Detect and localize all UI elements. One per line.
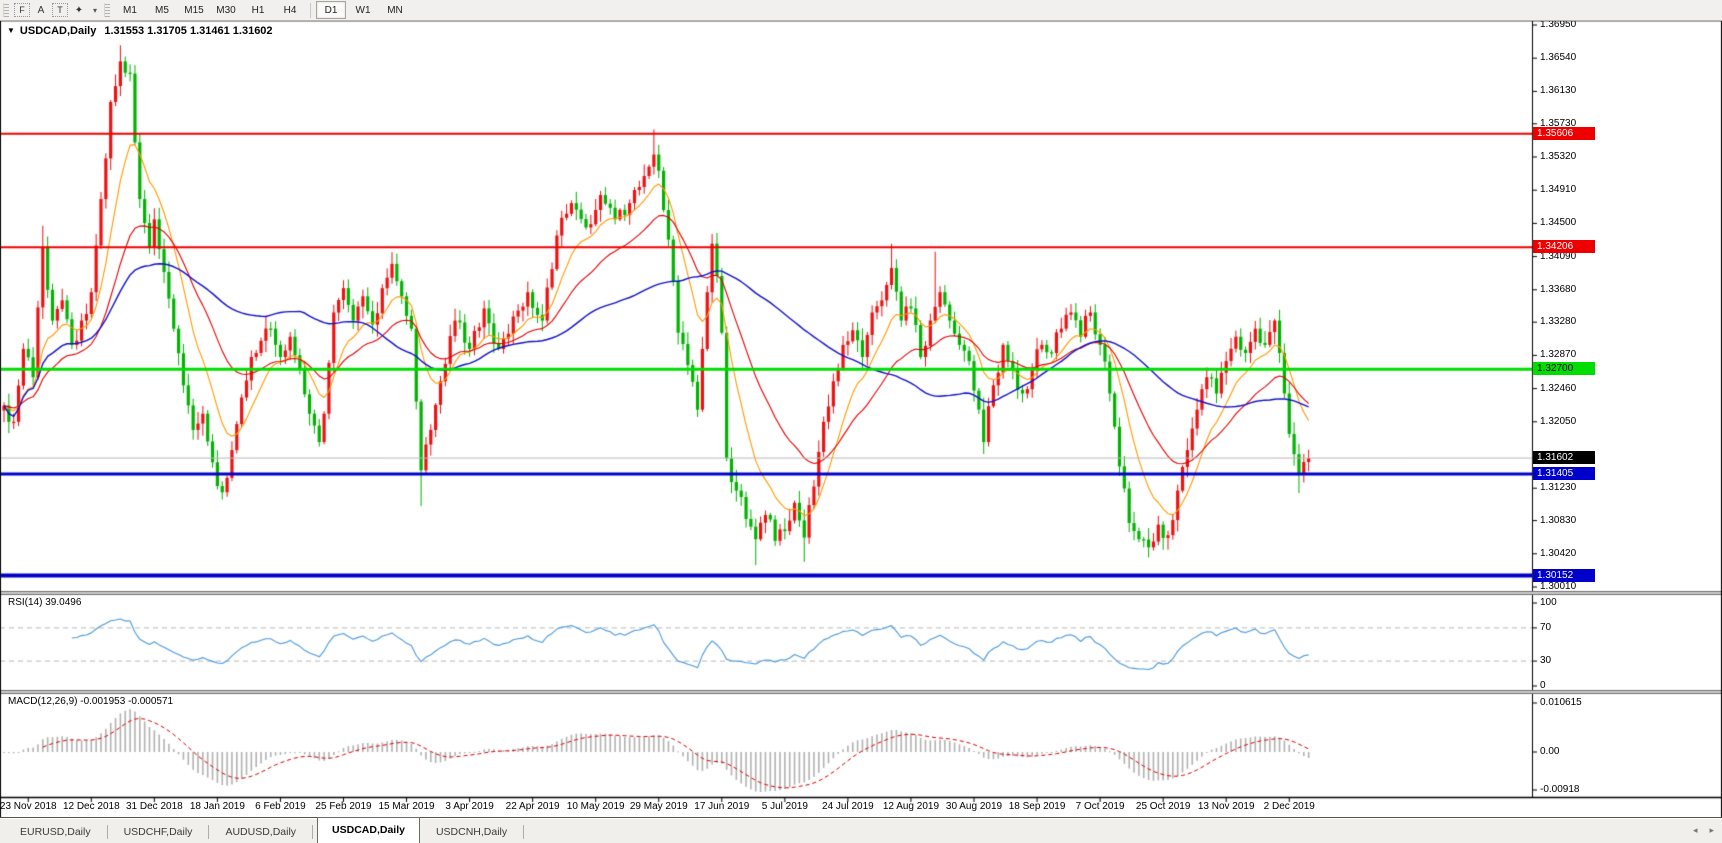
date-tick-label: 12 Dec 2018	[62, 801, 120, 812]
application-window: F A T ✦ ▾ M1 M5 M15 M30 H1 H4 D1 W1 MN ▼ USDCAD,Daily 1…	[0, 0, 1722, 843]
rsi-value: 39.0496	[45, 597, 82, 608]
date-tick-label: 10 May 2019	[566, 801, 625, 812]
macd-tick-label: 0.010615	[1540, 697, 1582, 708]
date-tick-label: 7 Oct 2019	[1075, 801, 1125, 812]
date-tick-label: 31 Dec 2018	[125, 801, 183, 812]
date-tick-label: 2 Dec 2019	[1263, 801, 1315, 812]
timeframe-button-h4[interactable]: H4	[275, 1, 305, 19]
price-tick-label: 1.36130	[1540, 85, 1577, 97]
symbol-tab-bar: EURUSD,Daily USDCHF,Daily AUDUSD,Daily USDC…	[0, 817, 1722, 843]
tab-scroll-arrows: ◂ ▸	[1693, 825, 1714, 836]
date-tick-label: 25 Feb 2019	[315, 801, 372, 812]
price-tick-label: 1.32460	[1540, 382, 1577, 394]
toolbar: F A T ✦ ▾ M1 M5 M15 M30 H1 H4 D1 W1 MN	[0, 0, 1722, 21]
macd-label: MACD(12,26,9) -0.001953 -0.000571	[8, 696, 173, 707]
timeframe-button-m1[interactable]: M1	[115, 1, 145, 19]
text-tool-icon[interactable]: T	[52, 3, 68, 17]
timeframe-button-m15[interactable]: M15	[179, 1, 209, 19]
price-tick-label: 1.32870	[1540, 349, 1577, 361]
objects-f-tool-icon[interactable]: F	[14, 3, 30, 17]
price-flag-1.31405: 1.31405	[1533, 467, 1595, 481]
timeframe-separator	[310, 2, 311, 18]
date-tick-label: 18 Sep 2019	[1008, 801, 1066, 812]
macd-values: -0.001953 -0.000571	[80, 696, 174, 707]
rsi-label: RSI(14) 39.0496	[8, 597, 81, 608]
tab-separator	[208, 825, 210, 839]
timeframe-button-h1[interactable]: H1	[243, 1, 273, 19]
collapse-chart-icon[interactable]: ▼	[7, 26, 15, 35]
price-tick-label: 1.30420	[1540, 547, 1577, 559]
price-flag-1.31602: 1.31602	[1533, 451, 1595, 465]
tab-usdcad[interactable]: USDCAD,Daily	[317, 817, 420, 843]
price-tick-label: 1.33280	[1540, 316, 1577, 328]
date-tick-label: 24 Jul 2019	[822, 801, 874, 812]
price-tick-label: 1.36540	[1540, 52, 1577, 64]
date-tick-label: 18 Jan 2019	[189, 801, 245, 812]
date-tick-label: 15 Mar 2019	[378, 801, 435, 812]
tab-separator	[312, 825, 314, 839]
arrows-tool-icon[interactable]: ✦	[70, 3, 88, 18]
timeframe-button-m5[interactable]: M5	[147, 1, 177, 19]
date-tick-label: 29 May 2019	[629, 801, 688, 812]
rsi-tick-label: 30	[1540, 655, 1552, 667]
price-tick-label: 1.34910	[1540, 184, 1577, 196]
price-tick-label: 1.30830	[1540, 514, 1577, 526]
rsi-tick-label: 70	[1540, 621, 1552, 633]
price-tick-label: 1.34500	[1540, 217, 1577, 229]
date-tick-label: 12 Aug 2019	[882, 801, 940, 812]
rsi-tick-label: 100	[1540, 597, 1557, 608]
text-label-tool-icon[interactable]: A	[32, 3, 50, 18]
tab-scroll-right-icon[interactable]: ▸	[1709, 825, 1714, 836]
timeframe-button-m30[interactable]: M30	[211, 1, 241, 19]
timeframe-button-w1[interactable]: W1	[348, 1, 378, 19]
tab-usdcnh[interactable]: USDCNH,Daily	[422, 821, 521, 843]
date-tick-label: 23 Nov 2018	[0, 801, 57, 812]
chart-symbol-label: USDCAD,Daily	[19, 25, 97, 37]
price-tick-label: 1.33680	[1540, 283, 1577, 295]
price-flag-1.34206: 1.34206	[1533, 240, 1595, 254]
timeframe-button-mn[interactable]: MN	[380, 1, 410, 19]
date-tick-label: 6 Feb 2019	[255, 801, 306, 812]
tab-separator	[523, 825, 525, 839]
date-tick-label: 3 Apr 2019	[445, 801, 494, 812]
date-tick-label: 22 Apr 2019	[505, 801, 560, 812]
price-flag-1.35606: 1.35606	[1533, 126, 1595, 140]
rsi-name: RSI(14)	[8, 597, 43, 608]
tab-separator	[106, 825, 108, 839]
date-tick-label: 30 Aug 2019	[945, 801, 1003, 812]
chart-canvas[interactable]	[0, 0, 1722, 843]
toolbar-grip-handle[interactable]	[104, 3, 110, 17]
timeframe-button-d1[interactable]: D1	[316, 1, 346, 19]
price-flag-1.32700: 1.32700	[1533, 362, 1595, 376]
date-tick-label: 25 Oct 2019	[1135, 801, 1191, 812]
date-tick-label: 17 Jun 2019	[694, 801, 750, 812]
tab-eurusd[interactable]: EURUSD,Daily	[6, 821, 105, 843]
date-tick-label: 5 Jul 2019	[761, 801, 808, 812]
toolbar-grip-handle[interactable]	[3, 3, 9, 17]
macd-name: MACD(12,26,9)	[8, 696, 78, 707]
tab-audusd[interactable]: AUDUSD,Daily	[211, 821, 310, 843]
price-tick-label: 1.30010	[1540, 581, 1577, 592]
tab-usdchf[interactable]: USDCHF,Daily	[110, 821, 207, 843]
macd-tick-label: 0.00	[1540, 746, 1560, 757]
date-tick-label: 13 Nov 2019	[1197, 801, 1255, 812]
price-tick-label: 1.31230	[1540, 482, 1577, 494]
price-flag-1.30152: 1.30152	[1533, 568, 1595, 582]
tab-scroll-left-icon[interactable]: ◂	[1693, 825, 1698, 836]
price-tick-label: 1.32050	[1540, 415, 1577, 427]
chart-title: ▼ USDCAD,Daily 1.31553 1.31705 1.31461 1.3…	[7, 25, 273, 37]
arrows-dropdown-icon[interactable]: ▾	[90, 3, 100, 18]
chart-ohlc-values: 1.31553 1.31705 1.31461 1.31602	[104, 25, 273, 37]
rsi-tick-label: 0	[1540, 680, 1546, 691]
macd-tick-label: -0.00918	[1540, 784, 1580, 795]
price-tick-label: 1.35320	[1540, 150, 1577, 162]
